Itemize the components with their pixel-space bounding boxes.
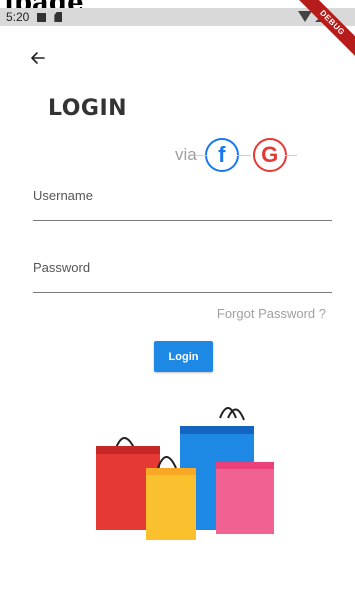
divider <box>236 155 251 156</box>
username-field[interactable]: Username <box>33 188 332 221</box>
google-login-button[interactable]: G <box>252 138 297 172</box>
divider <box>194 155 207 156</box>
notification-icon <box>37 12 47 22</box>
via-label: via <box>175 145 197 164</box>
google-icon: G <box>261 142 279 167</box>
facebook-login-button[interactable]: f <box>194 138 251 172</box>
status-time: 5:20 <box>6 10 30 24</box>
social-login-row: via f G <box>175 136 297 174</box>
shopping-bags-illustration <box>96 407 274 540</box>
username-input[interactable] <box>33 202 332 218</box>
status-bar: 5:20 <box>0 8 355 26</box>
forgot-password-link[interactable]: Forgot Password ? <box>217 306 326 321</box>
password-field[interactable]: Password <box>33 260 332 293</box>
arrow-back-icon <box>31 52 45 64</box>
login-screen: lpage 5:20 DEBUG LOGIN via f G Username <box>0 0 355 612</box>
wifi-icon <box>298 11 312 22</box>
password-input[interactable] <box>33 274 332 290</box>
login-button[interactable]: Login <box>154 341 213 372</box>
sd-card-icon <box>54 12 63 22</box>
divider <box>284 155 297 156</box>
password-label: Password <box>33 260 91 275</box>
facebook-icon: f <box>218 142 226 167</box>
back-button[interactable] <box>28 48 56 72</box>
username-label: Username <box>33 188 93 203</box>
page-title: LOGIN <box>48 96 128 121</box>
